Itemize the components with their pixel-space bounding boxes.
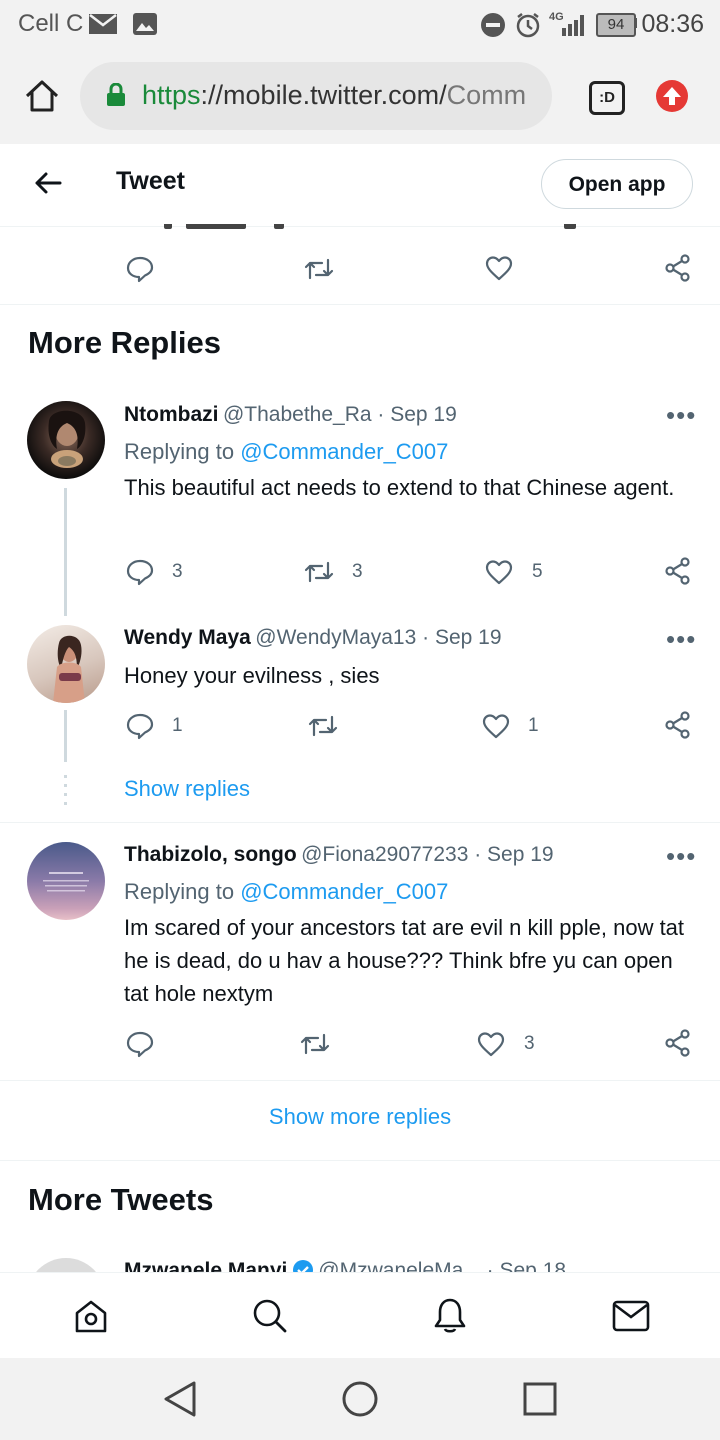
- url-text: https://mobile.twitter.com/Comm: [142, 80, 526, 111]
- url-path: Comm: [446, 80, 527, 110]
- reply-text: This beautiful act needs to extend to th…: [124, 475, 675, 500]
- status-bar: Cell C 4G 94 08:36: [0, 0, 720, 48]
- retweet-icon[interactable]: [304, 559, 334, 585]
- recents-square-icon[interactable]: [523, 1382, 557, 1416]
- alarm-icon: [516, 13, 540, 38]
- avatar-portrait: [48, 410, 86, 468]
- like-icon[interactable]: [477, 1031, 505, 1057]
- url-bar[interactable]: https://mobile.twitter.com/Comm: [80, 62, 552, 130]
- reply-icon[interactable]: [126, 558, 154, 586]
- url-host: ://mobile.twitter.com/: [200, 80, 447, 110]
- reply-handle-date[interactable]: @WendyMaya13 · Sep 19: [255, 626, 501, 649]
- thread-dots: [64, 775, 67, 805]
- replying-to-label: Replying to: [124, 439, 241, 464]
- share-icon[interactable]: [664, 557, 692, 585]
- more-options-icon[interactable]: •••: [666, 841, 696, 872]
- more-options-icon[interactable]: •••: [666, 624, 696, 655]
- replying-to: Replying to @Commander_C007: [124, 439, 448, 465]
- avatar[interactable]: [27, 1258, 105, 1272]
- divider: [0, 822, 720, 823]
- reply-handle-date[interactable]: @Thabethe_Ra · Sep 19: [223, 403, 457, 426]
- share-icon[interactable]: [664, 1029, 692, 1057]
- like-icon[interactable]: [482, 713, 510, 739]
- like-icon[interactable]: [485, 255, 513, 281]
- search-icon[interactable]: [252, 1298, 288, 1334]
- partial-tweet[interactable]: Mzwanele Manyi @MzwaneleMa... · Sep 18: [0, 1254, 720, 1272]
- notifications-bell-icon[interactable]: [432, 1297, 468, 1335]
- reply-author-name[interactable]: Wendy Maya: [124, 626, 251, 649]
- page-title: Tweet: [116, 167, 185, 195]
- messages-mail-icon[interactable]: [612, 1300, 650, 1332]
- more-options-icon[interactable]: •••: [666, 400, 696, 431]
- more-tweets-heading: More Tweets: [28, 1182, 214, 1217]
- reply-author-name[interactable]: Thabizolo, songo: [124, 843, 297, 866]
- replying-to-label: Replying to: [124, 879, 241, 904]
- reply-icon[interactable]: [126, 255, 154, 283]
- thread-line: [64, 710, 67, 762]
- like-count: 1: [528, 715, 539, 736]
- divider: [0, 304, 720, 305]
- image-notification-icon: [133, 13, 157, 35]
- battery-tip: [634, 18, 637, 28]
- partial-tweet-handle-date: @MzwaneleMa... · Sep 18: [318, 1259, 567, 1272]
- reply-author-line: Thabizolo, songo @Fiona29077233 · Sep 19: [124, 843, 554, 867]
- back-triangle-icon[interactable]: [162, 1380, 198, 1418]
- partial-tweet-name: Mzwanele Manyi: [124, 1259, 288, 1272]
- url-scheme: https: [142, 80, 201, 110]
- battery-indicator: 94: [596, 13, 636, 37]
- clock: 08:36: [641, 10, 704, 38]
- replying-to: Replying to @Commander_C007: [124, 879, 448, 905]
- home-circle-icon[interactable]: [341, 1380, 379, 1418]
- divider: [0, 1160, 720, 1161]
- cut-off-text: [124, 224, 584, 232]
- divider: [0, 1080, 720, 1081]
- reply-icon[interactable]: [126, 1030, 154, 1058]
- reply-handle-date[interactable]: @Fiona29077233 · Sep 19: [301, 843, 554, 866]
- retweet-count: 3: [352, 561, 363, 582]
- retweet-icon[interactable]: [308, 713, 338, 739]
- verified-badge-icon: [292, 1260, 313, 1272]
- like-count: 5: [532, 561, 543, 582]
- avatar-quote-image: [43, 872, 89, 892]
- partial-tweet-author: Mzwanele Manyi @MzwaneleMa... · Sep 18: [124, 1259, 566, 1272]
- reply-text: Honey your evilness , sies: [124, 663, 380, 688]
- back-arrow-icon[interactable]: [34, 171, 62, 195]
- reply-author-line: Wendy Maya @WendyMaya13 · Sep 19: [124, 626, 502, 650]
- thread-line: [64, 488, 67, 616]
- mention-link[interactable]: @Commander_C007: [240, 439, 448, 464]
- show-replies-link[interactable]: Show replies: [124, 776, 250, 802]
- mention-link[interactable]: @Commander_C007: [240, 879, 448, 904]
- upload-icon[interactable]: [655, 79, 689, 113]
- reply-text: Im scared of your ancestors tat are evil…: [124, 915, 685, 1006]
- like-icon[interactable]: [485, 559, 513, 585]
- avatar[interactable]: [27, 625, 105, 703]
- reply-icon[interactable]: [126, 712, 154, 740]
- share-icon[interactable]: [664, 254, 692, 282]
- mail-notification-icon: [89, 14, 117, 34]
- lock-icon: [107, 83, 125, 106]
- like-count: 3: [524, 1033, 535, 1054]
- tab-switcher-button[interactable]: :D: [589, 81, 625, 115]
- show-more-replies-button[interactable]: Show more replies: [0, 1104, 720, 1130]
- avatar[interactable]: [27, 842, 105, 920]
- retweet-icon[interactable]: [300, 1031, 330, 1057]
- home-icon[interactable]: [24, 79, 60, 113]
- do-not-disturb-icon: [481, 13, 505, 37]
- avatar[interactable]: [27, 401, 105, 479]
- signal-icon: [562, 15, 584, 36]
- reply-count: 1: [172, 715, 183, 736]
- reply-count: 3: [172, 561, 183, 582]
- system-navigation-bar: [0, 1358, 720, 1440]
- avatar-portrait: [53, 635, 85, 703]
- home-icon[interactable]: [73, 1298, 109, 1334]
- reply-author-line: Ntombazi @Thabethe_Ra · Sep 19: [124, 403, 457, 427]
- bottom-navigation: [0, 1272, 720, 1359]
- open-app-button[interactable]: Open app: [541, 159, 693, 209]
- reply-author-name[interactable]: Ntombazi: [124, 403, 219, 426]
- more-replies-heading: More Replies: [28, 325, 221, 360]
- carrier-label: Cell C: [18, 10, 84, 37]
- share-icon[interactable]: [664, 711, 692, 739]
- retweet-icon[interactable]: [304, 256, 334, 282]
